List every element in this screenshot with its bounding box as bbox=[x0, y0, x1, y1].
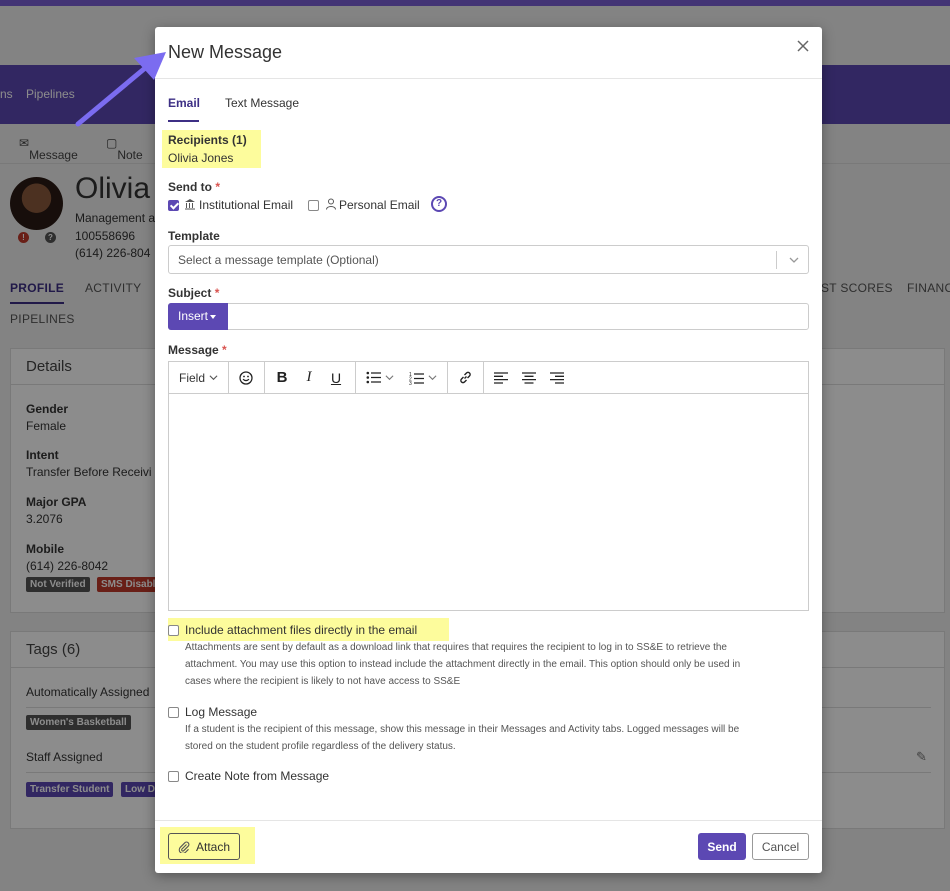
send-button[interactable]: Send bbox=[698, 833, 746, 860]
chevron-down-icon bbox=[385, 375, 394, 381]
required-marker: * bbox=[215, 180, 221, 194]
chevron-down-icon bbox=[209, 375, 218, 381]
include-attachment-help: Attachments are sent by default as a dow… bbox=[185, 639, 740, 690]
template-select[interactable]: Select a message template (Optional) bbox=[168, 245, 809, 274]
align-center-icon[interactable] bbox=[516, 362, 542, 393]
divider bbox=[355, 362, 356, 393]
send-to-label-text: Send to bbox=[168, 180, 212, 194]
recipient-name[interactable]: Olivia Jones bbox=[168, 151, 233, 165]
chevron-down-icon bbox=[428, 375, 437, 381]
insert-button-label: Insert bbox=[178, 309, 209, 323]
emoji-icon[interactable] bbox=[232, 362, 259, 393]
divider bbox=[483, 362, 484, 393]
help-text-line: Attachments are sent by default as a dow… bbox=[185, 642, 727, 653]
modal-title: New Message bbox=[168, 42, 283, 62]
annotation-arrow-icon bbox=[75, 52, 166, 127]
log-message-help: If a student is the recipient of this me… bbox=[185, 721, 739, 755]
log-message-checkbox[interactable] bbox=[168, 707, 179, 718]
divider bbox=[264, 362, 265, 393]
link-icon[interactable] bbox=[452, 362, 478, 393]
personal-email-checkbox[interactable] bbox=[308, 200, 319, 211]
insert-button[interactable]: Insert bbox=[168, 303, 228, 330]
italic-icon[interactable]: I bbox=[296, 362, 322, 393]
message-editor: Field B I U 123 bbox=[168, 361, 809, 611]
person-icon bbox=[325, 198, 337, 213]
tab-email[interactable]: Email bbox=[168, 96, 200, 110]
log-message-label[interactable]: Log Message bbox=[185, 705, 257, 719]
editor-toolbar: Field B I U 123 bbox=[169, 362, 808, 394]
help-icon[interactable]: ? bbox=[431, 196, 447, 212]
subject-field: Insert bbox=[168, 303, 809, 330]
underline-icon[interactable]: U bbox=[323, 362, 349, 393]
personal-email-label[interactable]: Personal Email bbox=[339, 198, 420, 212]
tab-text-message[interactable]: Text Message bbox=[225, 96, 299, 110]
help-text-line: If a student is the recipient of this me… bbox=[185, 724, 740, 735]
divider bbox=[155, 78, 822, 79]
numbered-list-icon[interactable]: 123 bbox=[404, 362, 442, 393]
include-attachment-label[interactable]: Include attachment files directly in the… bbox=[185, 623, 417, 637]
message-label-text: Message bbox=[168, 343, 219, 357]
caret-down-icon bbox=[210, 314, 217, 319]
institutional-email-label[interactable]: Institutional Email bbox=[199, 198, 293, 212]
align-left-icon[interactable] bbox=[488, 362, 514, 393]
new-message-modal: New Message Email Text Message Recipient… bbox=[155, 27, 822, 873]
attach-button-label: Attach bbox=[195, 839, 231, 854]
help-text-line: cases where the recipient is likely to n… bbox=[185, 676, 461, 687]
divider bbox=[447, 362, 448, 393]
divider bbox=[228, 362, 229, 393]
message-body-input[interactable] bbox=[169, 394, 808, 610]
subject-label: Subject * bbox=[168, 286, 219, 300]
field-dropdown-label: Field bbox=[179, 370, 206, 385]
template-placeholder: Select a message template (Optional) bbox=[178, 253, 379, 267]
subject-input[interactable] bbox=[229, 304, 808, 329]
help-text-line: stored on the student profile regardless… bbox=[185, 741, 456, 752]
create-note-checkbox[interactable] bbox=[168, 771, 179, 782]
align-right-icon[interactable] bbox=[544, 362, 570, 393]
svg-text:3: 3 bbox=[409, 381, 412, 385]
attach-button[interactable]: Attach bbox=[168, 833, 240, 860]
chevron-down-icon bbox=[788, 254, 800, 269]
cancel-button[interactable]: Cancel bbox=[752, 833, 809, 860]
required-marker: * bbox=[214, 286, 220, 300]
required-marker: * bbox=[222, 343, 227, 357]
close-icon[interactable] bbox=[795, 38, 811, 54]
field-dropdown[interactable]: Field bbox=[179, 362, 221, 393]
institutional-email-checkbox[interactable] bbox=[168, 200, 179, 211]
tab-email-underline bbox=[168, 120, 199, 122]
paperclip-icon bbox=[178, 841, 190, 853]
bold-icon[interactable]: B bbox=[269, 362, 295, 393]
institution-icon bbox=[184, 198, 196, 213]
divider bbox=[155, 820, 822, 821]
include-attachment-checkbox[interactable] bbox=[168, 625, 179, 636]
send-to-label: Send to * bbox=[168, 180, 220, 194]
create-note-label[interactable]: Create Note from Message bbox=[185, 769, 329, 783]
help-text-line: attachment. You may use this option to i… bbox=[185, 659, 741, 670]
message-label: Message * bbox=[168, 343, 227, 357]
divider bbox=[776, 251, 777, 269]
subject-label-text: Subject bbox=[168, 286, 212, 300]
bullet-list-icon[interactable] bbox=[362, 362, 398, 393]
template-label: Template bbox=[168, 229, 220, 243]
recipients-label: Recipients (1) bbox=[168, 133, 247, 147]
